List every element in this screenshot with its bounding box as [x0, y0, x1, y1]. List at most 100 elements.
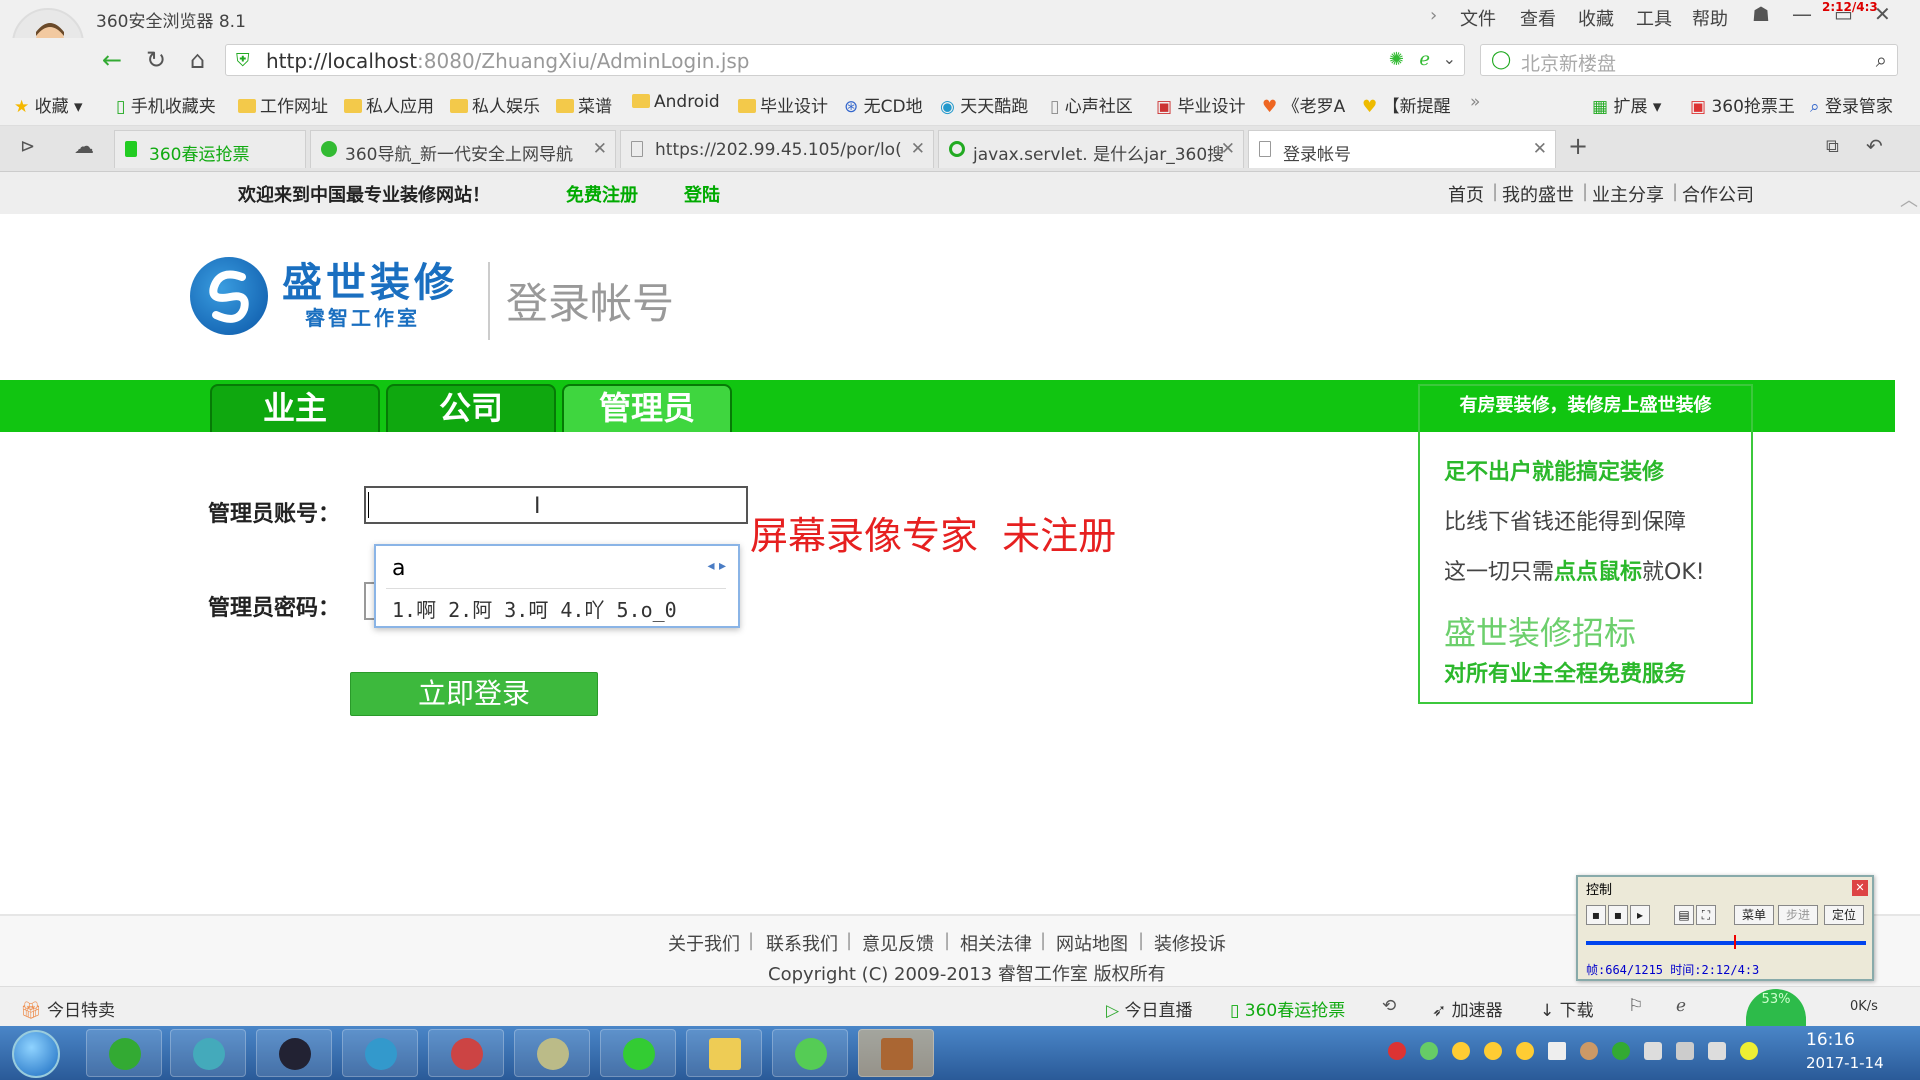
login-link[interactable]: 登陆: [684, 181, 720, 207]
taskbar-app-recorder[interactable]: [858, 1029, 934, 1077]
chevron-right-icon[interactable]: ›: [1430, 5, 1437, 26]
ie-icon[interactable]: ℯ: [1676, 996, 1686, 1016]
footer-law[interactable]: 相关法律: [960, 930, 1032, 956]
start-button[interactable]: [12, 1030, 60, 1078]
close-tab-icon[interactable]: ✕: [911, 139, 925, 159]
tray-shield-icon[interactable]: [1644, 1042, 1662, 1060]
tab-ticket[interactable]: 360春运抢票: [114, 130, 306, 168]
nav-my-shengshi[interactable]: 我的盛世: [1502, 181, 1574, 207]
ticket-status-button[interactable]: ▯ 360春运抢票: [1230, 996, 1345, 1021]
tab-company[interactable]: 公司: [386, 384, 556, 432]
tray-qq-icon[interactable]: [1452, 1042, 1470, 1060]
register-link[interactable]: 免费注册: [566, 181, 638, 207]
cloud-icon[interactable]: ☁: [74, 134, 94, 158]
footer-contact[interactable]: 联系我们: [766, 930, 838, 956]
nav-home[interactable]: 首页: [1448, 181, 1484, 207]
play-button[interactable]: ▸: [1630, 905, 1650, 925]
taskbar-app-eclipse[interactable]: [256, 1029, 332, 1077]
menu-file[interactable]: 文件: [1460, 5, 1496, 31]
login-button[interactable]: 立即登录: [350, 672, 598, 716]
bookmark-recipes[interactable]: 菜谱: [556, 92, 612, 117]
download-button[interactable]: ↓ 下载: [1540, 996, 1594, 1021]
bookmark-parkour[interactable]: ◉ 天天酷跑: [940, 92, 1028, 117]
extensions-button[interactable]: ▦ 扩展 ▾: [1592, 92, 1661, 117]
tab-list-icon[interactable]: ⧉: [1826, 136, 1839, 157]
clock-date[interactable]: 2017-1-14: [1806, 1054, 1884, 1072]
close-tab-icon[interactable]: ✕: [593, 139, 607, 159]
bookmark-fun[interactable]: 私人娱乐: [450, 92, 540, 117]
taskbar-app-360browser[interactable]: [600, 1029, 676, 1077]
footer-about[interactable]: 关于我们: [668, 930, 740, 956]
progress-marker[interactable]: [1734, 935, 1736, 949]
menu-tools[interactable]: 工具: [1636, 5, 1672, 31]
close-icon[interactable]: ✕: [1852, 880, 1868, 896]
home-icon[interactable]: ⌂: [190, 46, 205, 74]
taskbar-app-game[interactable]: [86, 1029, 162, 1077]
refresh-icon[interactable]: ↻: [146, 46, 166, 74]
nav-partners[interactable]: 合作公司: [1682, 181, 1754, 207]
tray-device-icon[interactable]: [1676, 1042, 1694, 1060]
footer-feedback[interactable]: 意见反馈: [862, 930, 934, 956]
accelerator-button[interactable]: ➶ 加速器: [1432, 996, 1503, 1021]
ticket-app-button[interactable]: ▣ 360抢票王: [1690, 92, 1795, 117]
bookmark-apps[interactable]: 私人应用: [344, 92, 434, 117]
nav-owner-share[interactable]: 业主分享: [1592, 181, 1664, 207]
taskbar-app-paint[interactable]: [428, 1029, 504, 1077]
skin-icon[interactable]: ☗: [1752, 2, 1770, 26]
fullscreen-icon[interactable]: ⛶: [1696, 905, 1716, 925]
bookmark-thesis[interactable]: 毕业设计: [738, 92, 828, 117]
ie-mode-icon[interactable]: ℯ: [1419, 49, 1430, 70]
menu-favorites[interactable]: 收藏: [1578, 5, 1614, 31]
chevron-down-icon[interactable]: ⌄: [1443, 49, 1456, 68]
undo-close-icon[interactable]: ↶: [1866, 134, 1883, 158]
live-button[interactable]: ▷ 今日直播: [1106, 996, 1192, 1021]
tab-owner[interactable]: 业主: [210, 384, 380, 432]
scroll-up-icon[interactable]: ︿: [1900, 186, 1918, 212]
menu-button[interactable]: 菜单: [1734, 905, 1774, 925]
search-engine-icon[interactable]: ◯: [1491, 49, 1511, 70]
bookmark-thesis-2[interactable]: ▣ 毕业设计: [1156, 92, 1245, 117]
power-icon[interactable]: ⟲: [1382, 996, 1396, 1016]
back-arrow-icon[interactable]: ←: [102, 46, 122, 74]
speed-meter[interactable]: 53%: [1746, 989, 1806, 1029]
taskbar-app-explorer[interactable]: [686, 1029, 762, 1077]
speed-mode-icon[interactable]: ✺: [1389, 49, 1404, 70]
bookmark-android[interactable]: Android: [632, 92, 720, 112]
footer-complaint[interactable]: 装修投诉: [1154, 930, 1226, 956]
tab-nav360[interactable]: 360导航_新一代安全上网导航 ✕: [310, 130, 616, 168]
bookmark-mobile[interactable]: ▯ 手机收藏夹: [116, 92, 216, 117]
stop-button[interactable]: ▪: [1586, 905, 1606, 925]
tab-servlet[interactable]: javax.servlet. 是什么jar_360搜 ✕: [938, 130, 1244, 168]
clock-time[interactable]: 16:16: [1806, 1030, 1855, 1050]
tab-admin[interactable]: 管理员: [562, 384, 732, 432]
locate-button[interactable]: 定位: [1824, 905, 1864, 925]
flag-icon[interactable]: ⚐: [1628, 996, 1643, 1016]
tray-app-icon[interactable]: [1612, 1042, 1630, 1060]
close-tab-icon[interactable]: ✕: [1533, 139, 1547, 159]
login-manager-button[interactable]: ⌕ 登录管家: [1810, 92, 1893, 117]
taskbar-app-wechat[interactable]: [772, 1029, 848, 1077]
minimize-button[interactable]: —: [1792, 2, 1812, 26]
bookmark-reminder[interactable]: ♥ 【新提醒: [1362, 92, 1451, 117]
search-box[interactable]: ◯ 北京新楼盘 ⌕: [1480, 44, 1898, 76]
pause-button[interactable]: ▪: [1608, 905, 1628, 925]
account-input[interactable]: I: [364, 486, 748, 524]
bookmark-nocd[interactable]: ⊛ 无CD地: [844, 92, 923, 117]
tray-wechat-icon[interactable]: [1420, 1042, 1438, 1060]
menu-help[interactable]: 帮助: [1692, 5, 1728, 31]
bookmark-luo[interactable]: ♥ 《老罗A: [1262, 92, 1345, 117]
sidebar-toggle-icon[interactable]: ⊳: [20, 136, 35, 157]
tray-network-icon[interactable]: [1548, 1042, 1566, 1060]
tray-volume-icon[interactable]: [1708, 1042, 1726, 1060]
bookmark-work[interactable]: 工作网址: [238, 92, 328, 117]
search-icon[interactable]: ⌕: [1876, 48, 1887, 72]
ime-candidates[interactable]: 1.啊 2.阿 3.呵 4.吖 5.o_0: [392, 594, 677, 623]
close-tab-icon[interactable]: ✕: [1221, 139, 1235, 159]
taskbar-app-ie[interactable]: [342, 1029, 418, 1077]
window-icon[interactable]: ▤: [1674, 905, 1694, 925]
new-tab-button[interactable]: +: [1568, 132, 1588, 160]
promo-bidding-title[interactable]: 盛世装修招标: [1444, 608, 1636, 654]
bookmark-favorites[interactable]: ★ 收藏 ▾: [14, 92, 83, 117]
tray-app-icon[interactable]: [1580, 1042, 1598, 1060]
taskbar-app-cloud[interactable]: [170, 1029, 246, 1077]
